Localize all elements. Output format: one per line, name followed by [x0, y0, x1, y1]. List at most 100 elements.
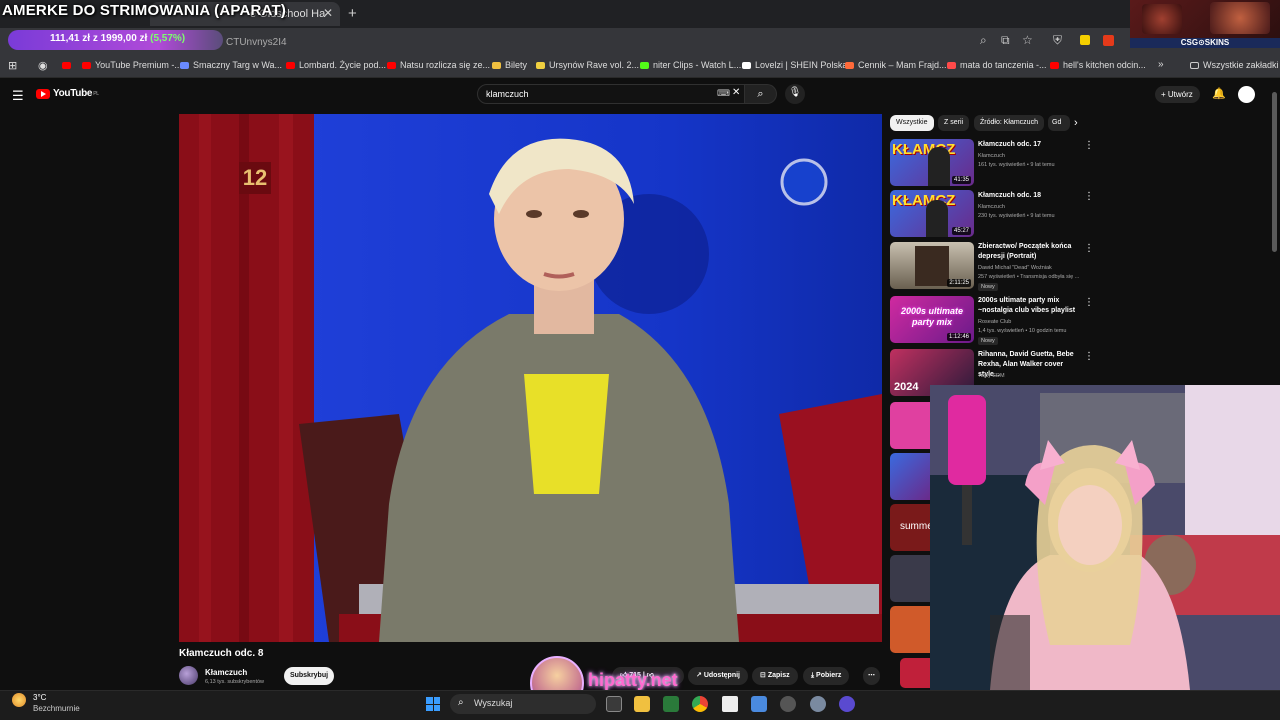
weather-temperature[interactable]: 3°C	[33, 693, 46, 702]
thumbnail-7[interactable]	[890, 453, 930, 500]
account-avatar[interactable]	[1238, 86, 1255, 103]
chevron-right-icon[interactable]: ›	[1074, 117, 1078, 129]
kebab-menu-icon[interactable]: ⋮	[1084, 191, 1094, 202]
sidebar-title-1[interactable]: Kłamczuch odc. 17	[978, 140, 1080, 150]
youtube-bookmark-icon[interactable]	[62, 60, 75, 70]
thumbnail-5-text: 2024	[894, 381, 919, 393]
taskbar-search-placeholder: Wyszukaj	[474, 698, 513, 708]
bookmark-item[interactable]: hell's kitchen odcin...	[1050, 60, 1146, 70]
microphone-icon[interactable]: 🎙	[785, 84, 805, 104]
file-explorer-icon[interactable]	[634, 696, 650, 712]
sidebar-title-3[interactable]: Zbieractwo/ Początek końca depresji (Por…	[978, 242, 1080, 262]
task-view-icon[interactable]	[606, 696, 622, 712]
subscribe-button[interactable]: Subskrybuj	[284, 667, 334, 685]
channel-avatar[interactable]	[179, 666, 198, 685]
bookmark-item[interactable]: YouTube Premium -...	[82, 60, 182, 70]
all-bookmarks-link[interactable]: Wszystkie zakładki	[1190, 60, 1279, 70]
sidebar-title-4[interactable]: 2000s ultimate party mix ~nostalgia club…	[978, 296, 1080, 316]
thumbnail-4-text: 2000s ultimate party mix	[900, 306, 964, 327]
plus-icon: +	[1161, 90, 1168, 99]
zoom-icon[interactable]: ⌕	[980, 33, 987, 48]
chrome-icon[interactable]	[692, 696, 708, 712]
url-text[interactable]: CTUnvnys2I4	[226, 37, 287, 48]
store-icon[interactable]	[663, 696, 679, 712]
bookmark-item[interactable]: mata do tanczenia -...	[947, 60, 1047, 70]
extension-icon[interactable]: ⛨	[1053, 33, 1062, 48]
clear-search-icon[interactable]: ✕	[732, 87, 740, 98]
weather-description[interactable]: Bezchmurnie	[33, 704, 80, 713]
thumbnail-10[interactable]	[890, 606, 930, 653]
chip-source[interactable]: Źródło: Kłamczuch	[974, 115, 1044, 131]
thumbnail-1[interactable]: KŁAMCZ 41:35	[890, 139, 974, 186]
notifications-bell-icon[interactable]: 🔔	[1212, 87, 1226, 100]
windows-start-icon[interactable]	[426, 697, 440, 711]
thumbnail-6[interactable]	[890, 402, 930, 449]
stream-goal-bar: 111,41 zł z 1999,00 zł (5,57%)	[8, 30, 223, 50]
save-label: Zapisz	[767, 672, 790, 679]
bookmark-star-icon[interactable]: ☆	[1022, 33, 1033, 47]
weather-moon-icon[interactable]	[12, 693, 26, 707]
bookmark-item[interactable]: Bilety	[492, 60, 527, 70]
notepad-icon[interactable]	[722, 696, 738, 712]
bookmark-favicon-icon	[845, 62, 854, 70]
more-icon: ⋯	[868, 672, 875, 679]
youtube-logo[interactable]: YouTube PL	[36, 88, 99, 99]
obs-icon[interactable]	[780, 696, 796, 712]
bookmark-item[interactable]: Smaczny Targ w Wa...	[180, 60, 282, 70]
taskbar-search-input[interactable]: Wyszukaj	[450, 694, 596, 714]
tab-close-icon[interactable]: ✕	[323, 6, 333, 20]
thumbnail-11[interactable]	[900, 658, 930, 688]
extension-red-icon[interactable]	[1103, 35, 1114, 46]
thumbnail-3[interactable]: 2:11:25	[890, 242, 974, 289]
kebab-menu-icon[interactable]: ⋮	[1084, 351, 1094, 362]
notes-icon[interactable]	[751, 696, 767, 712]
page-scrollbar[interactable]	[1272, 92, 1277, 252]
video-player[interactable]: 12	[179, 114, 882, 642]
channel-name[interactable]: Kłamczuch	[205, 668, 247, 677]
video-title: Kłamczuch odc. 8	[179, 648, 264, 659]
kebab-menu-icon[interactable]: ⋮	[1084, 297, 1094, 308]
kebab-menu-icon[interactable]: ⋮	[1084, 140, 1094, 151]
bookmark-item[interactable]: Lovelzi | SHEIN Polska	[742, 60, 847, 70]
bookmark-item[interactable]: Ursynów Rave vol. 2...	[536, 60, 639, 70]
sidebar-title-2[interactable]: Kłamczuch odc. 18	[978, 191, 1080, 201]
chip-all[interactable]: Wszystkie	[890, 115, 934, 131]
chip-from-series[interactable]: Z serii	[938, 115, 970, 131]
hamburger-menu-icon[interactable]: ☰	[12, 88, 24, 104]
sidebar-meta-1: 161 tys. wyświetleń • 9 lat temu	[978, 162, 1055, 168]
bookmark-globe-icon[interactable]: ◉	[38, 59, 48, 72]
search-button[interactable]: ⌕	[745, 84, 777, 104]
bookmark-item[interactable]: Natsu rozlicza się ze...	[387, 60, 490, 70]
bookmark-label: niter Clips - Watch L...	[653, 60, 742, 70]
bookmark-favicon-icon	[82, 62, 91, 70]
bookmark-favicon-icon	[180, 62, 189, 70]
chip-more[interactable]: Gd	[1048, 115, 1070, 131]
thumbnail-2[interactable]: KŁAMCZ 45:27	[890, 190, 974, 237]
apps-icon[interactable]: ⊞	[8, 59, 17, 72]
download-button[interactable]: ⤓ Pobierz	[803, 667, 850, 685]
create-button[interactable]: + Utwórz	[1155, 86, 1200, 103]
share-button[interactable]: ↗ Udostępnij	[688, 667, 748, 685]
thumbnail-8[interactable]: summe	[890, 504, 930, 551]
search-input[interactable]: klamczuch	[477, 84, 745, 104]
bookmark-item[interactable]: Lombard. Życie pod...	[286, 60, 386, 70]
more-bookmarks-icon[interactable]: »	[1158, 59, 1164, 70]
more-actions-button[interactable]: ⋯	[863, 667, 880, 685]
video-frame-image	[179, 114, 882, 642]
search-value: klamczuch	[486, 89, 529, 99]
bookmark-item[interactable]: Cennik – Mam Frajd...	[845, 60, 947, 70]
kebab-menu-icon[interactable]: ⋮	[1084, 243, 1094, 254]
keyboard-icon[interactable]: ⌨	[717, 88, 730, 99]
thumbnail-9[interactable]	[890, 555, 930, 602]
new-tab-icon[interactable]: +	[348, 5, 357, 22]
thumbnail-4[interactable]: 2000s ultimate party mix 1:12:46	[890, 296, 974, 343]
folder-icon	[1190, 62, 1199, 70]
bookmark-favicon-icon	[742, 62, 751, 70]
cast-icon[interactable]: ⧉	[1001, 33, 1010, 48]
save-button[interactable]: ⊟ Zapisz	[752, 667, 798, 685]
extension-l-icon[interactable]	[1080, 35, 1090, 45]
app-icon[interactable]	[839, 696, 855, 712]
settings-icon[interactable]	[810, 696, 826, 712]
bookmark-item[interactable]: niter Clips - Watch L...	[640, 60, 741, 70]
goal-percent: (5,57%)	[150, 33, 186, 44]
